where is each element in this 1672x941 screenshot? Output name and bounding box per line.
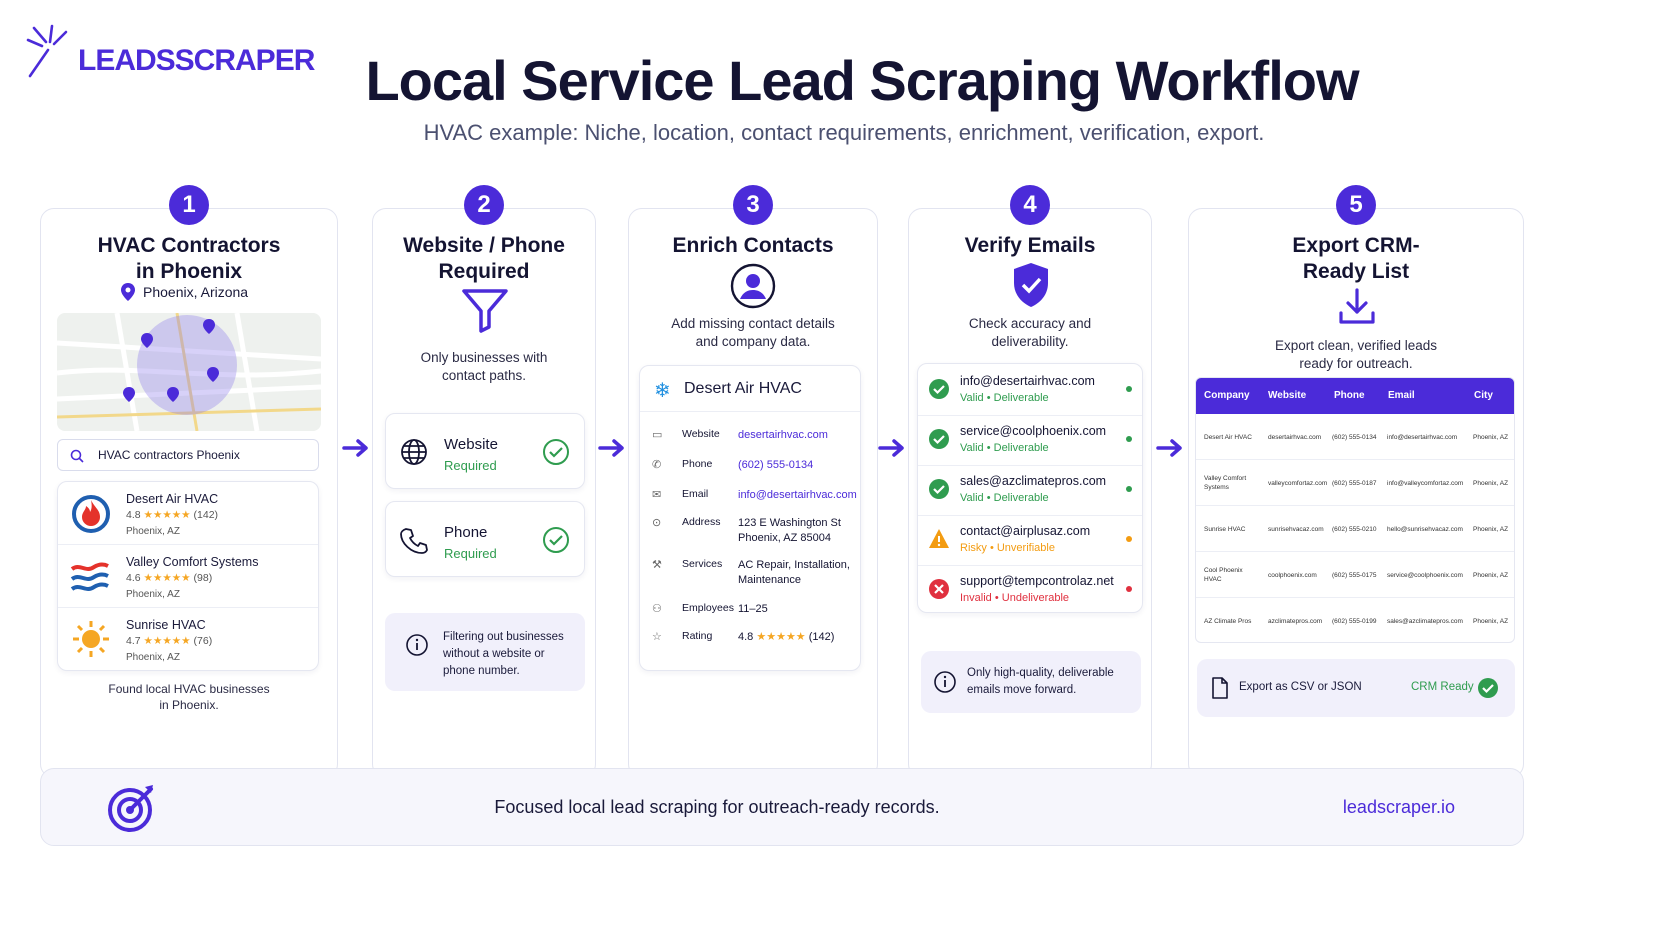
step-number: 4 xyxy=(1010,185,1050,225)
filter-icon xyxy=(462,289,508,333)
flame-logo-icon xyxy=(72,495,110,533)
check-circle-icon xyxy=(543,527,569,553)
crm-table: Company Website Phone Email City Desert … xyxy=(1195,377,1515,643)
step-number: 5 xyxy=(1336,185,1376,225)
step-card-2: 2 Website / Phone Required Only businesse… xyxy=(372,185,596,778)
list-item[interactable]: contact@airplusaz.com Risky • Unverifiab… xyxy=(918,514,1142,566)
pin-icon: ⊙ xyxy=(652,517,662,529)
step-number: 1 xyxy=(169,185,209,225)
arrow-right-icon xyxy=(342,439,368,457)
step-description: Export clean, verified leads ready for ou… xyxy=(1274,338,1438,371)
table-row[interactable]: Sunrise HVAC sunrisehvacaz.com (602) 555-0… xyxy=(1196,506,1514,552)
table-row[interactable]: AZ Climate Pros azclimatepros.com (602) 55… xyxy=(1196,598,1514,642)
download-icon xyxy=(1339,288,1375,324)
step-title: Website / Phone Required xyxy=(403,234,565,283)
phone-icon: ✆ xyxy=(652,459,662,471)
step-card-4: 4 Verify Emails Check accuracy and delive… xyxy=(908,185,1152,778)
crm-ready-label: CRM Ready xyxy=(1411,681,1474,693)
info-icon xyxy=(406,634,428,656)
tools-icon: ⚒ xyxy=(652,559,662,571)
step-description: Check accuracy and deliverability. xyxy=(968,316,1092,349)
list-item[interactable]: sales@azclimatepros.com Valid • Delivera… xyxy=(918,464,1142,516)
footer-tagline: Focused local lead scraping for outreach… xyxy=(494,797,940,817)
shield-check-icon xyxy=(1014,263,1048,307)
table-row[interactable]: Desert Air HVAC desertairhvac.com (602) 55… xyxy=(1196,414,1514,460)
field-rating: ☆ Rating 4.8 ★★★★★ (142) xyxy=(652,630,835,643)
list-item[interactable]: support@tempcontrolaz.net Invalid • Unde… xyxy=(918,564,1142,616)
step-title: HVAC Contractors in Phoenix xyxy=(97,234,281,283)
map-preview[interactable] xyxy=(57,313,321,431)
footer-banner: Focused local lead scraping for outreach… xyxy=(40,768,1524,846)
check-circle-icon xyxy=(1478,678,1498,698)
user-circle-icon xyxy=(730,263,776,309)
table-header: Company Website Phone Email City xyxy=(1196,378,1514,414)
search-icon xyxy=(70,449,84,463)
check-circle-icon xyxy=(929,479,949,499)
check-circle-icon xyxy=(929,429,949,449)
step-card-5: 5 Export CRM- Ready List Export clean, ve… xyxy=(1188,185,1524,778)
search-input[interactable]: HVAC contractors Phoenix xyxy=(57,439,319,471)
step-caption: Found local HVAC businesses in Phoenix. xyxy=(108,682,270,712)
list-item[interactable]: service@coolphoenix.com Valid • Delivera… xyxy=(918,414,1142,466)
info-note: Filtering out businesses without a websit… xyxy=(385,613,585,691)
star-icon: ☆ xyxy=(652,631,662,643)
field-phone: ✆ Phone (602) 555-0134 xyxy=(652,458,814,471)
pin-icon xyxy=(121,283,135,301)
contact-card: ❄ Desert Air HVAC ▭ Website desertairhvac.… xyxy=(639,365,861,671)
mail-icon: ✉ xyxy=(652,489,662,501)
phone-icon xyxy=(400,528,428,554)
field-email: ✉ Email info@desertairhvac.com xyxy=(652,488,857,501)
globe-icon xyxy=(401,439,427,465)
list-item[interactable]: Valley Comfort Systems 4.6 ★★★★★ (98) Ph… xyxy=(58,545,318,608)
field-website: ▭ Website desertairhvac.com xyxy=(652,428,828,441)
check-circle-icon xyxy=(543,439,569,465)
arrow-right-icon xyxy=(878,439,904,457)
step-number: 2 xyxy=(464,185,504,225)
step-card-1: 1 HVAC Contractors in Phoenix Phoenix, Ar… xyxy=(40,185,338,778)
footer-link[interactable]: leadscraper.io xyxy=(1343,797,1455,818)
table-row[interactable]: Valley Comfort Systems valleycomfortaz.co… xyxy=(1196,460,1514,506)
step-card-3: 3 Enrich Contacts Add missing contact de… xyxy=(628,185,878,778)
field-employees: ⚇ Employees 11–25 xyxy=(652,602,768,615)
company-name: Desert Air HVAC xyxy=(684,380,802,397)
list-item[interactable]: Desert Air HVAC 4.8 ★★★★★ (142) Phoenix,… xyxy=(58,482,318,545)
page-title: Local Service Lead Scraping Workflow xyxy=(365,49,1359,112)
field-services: ⚒ Services AC Repair, Installation, Mainten… xyxy=(652,558,850,586)
business-list: Desert Air HVAC 4.8 ★★★★★ (142) Phoenix,… xyxy=(57,481,319,671)
email-list: info@desertairhvac.com Valid • Deliverab… xyxy=(917,363,1143,613)
export-bar[interactable]: Export as CSV or JSON CRM Ready xyxy=(1197,659,1515,717)
arrow-right-icon xyxy=(1156,439,1182,457)
step-title: Export CRM- Ready List xyxy=(1292,234,1420,283)
location-label: Phoenix, Arizona xyxy=(121,283,248,301)
step-title: Verify Emails xyxy=(964,234,1096,257)
snowflake-icon: ❄ xyxy=(654,380,671,402)
step-number: 3 xyxy=(733,185,773,225)
field-address: ⊙ Address 123 E Washington St Phoenix, AZ 8… xyxy=(652,516,841,544)
table-row[interactable]: Cool Phoenix HVAC coolphoenix.com (602) 55… xyxy=(1196,552,1514,598)
list-item[interactable]: Sunrise HVAC 4.7 ★★★★★ (76) Phoenix, AZ xyxy=(58,608,318,670)
requirement-website[interactable]: Website Required xyxy=(385,413,585,489)
arrow-right-icon xyxy=(598,439,624,457)
step-description: Add missing contact details and company d… xyxy=(671,316,835,349)
step-title: Enrich Contacts xyxy=(672,234,834,257)
info-icon xyxy=(934,671,956,693)
info-note: Only high-quality, deliverable emails mov… xyxy=(921,651,1141,713)
step-description: Only businesses with contact paths. xyxy=(420,350,548,383)
file-icon xyxy=(1212,677,1228,699)
browser-icon: ▭ xyxy=(652,429,663,441)
page-subtitle: HVAC example: Niche, location, contact r… xyxy=(423,120,1265,145)
warning-icon xyxy=(929,529,949,548)
export-label: Export as CSV or JSON xyxy=(1239,681,1362,693)
list-item[interactable]: info@desertairhvac.com Valid • Deliverab… xyxy=(918,364,1142,416)
sun-logo-icon xyxy=(73,621,109,657)
requirement-phone[interactable]: Phone Required xyxy=(385,501,585,577)
error-circle-icon xyxy=(929,579,949,599)
waves-logo-icon xyxy=(70,562,109,591)
people-icon: ⚇ xyxy=(652,603,662,615)
check-circle-icon xyxy=(929,379,949,399)
